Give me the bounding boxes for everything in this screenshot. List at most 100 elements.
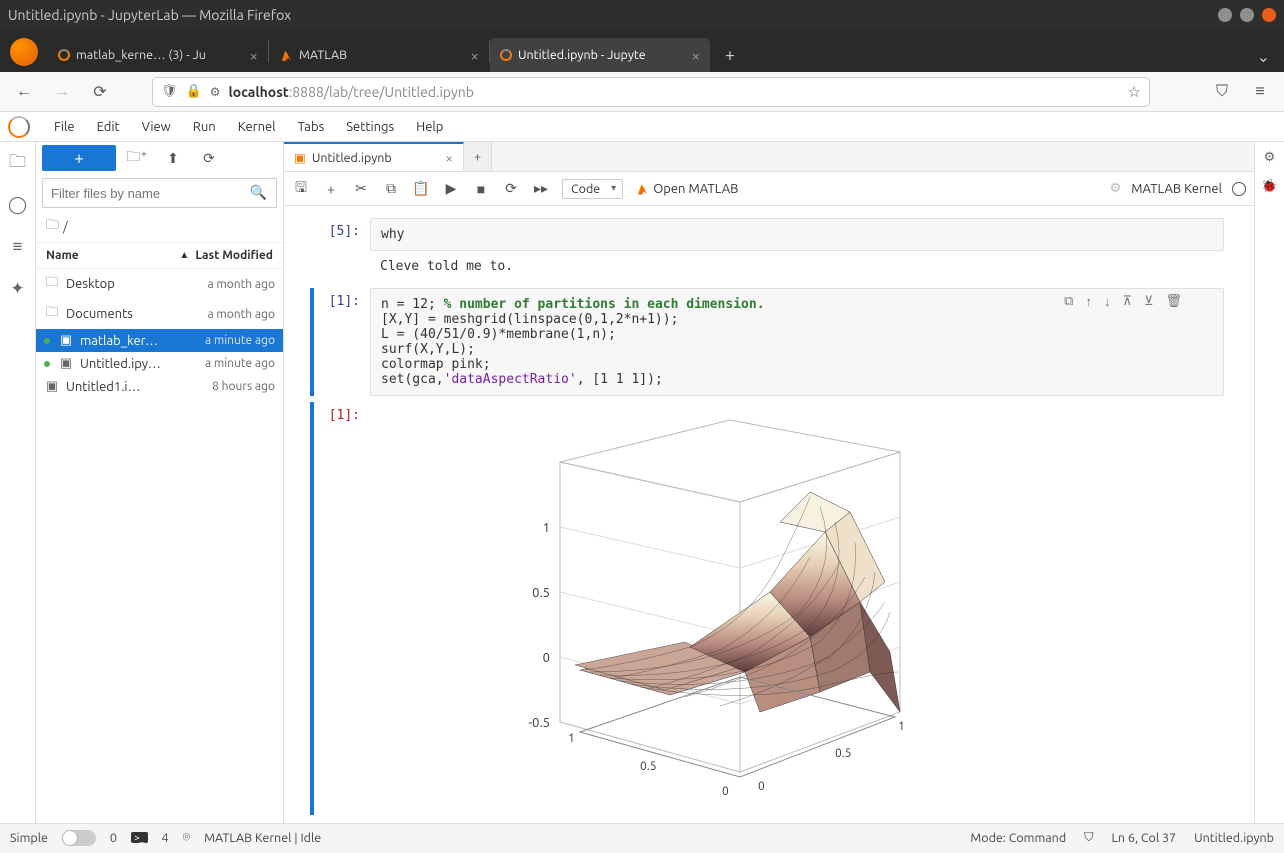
minimize-button[interactable]	[1218, 8, 1232, 22]
menu-tabs[interactable]: Tabs	[288, 116, 335, 138]
bookmark-star-icon[interactable]: ☆	[1128, 83, 1141, 101]
pocket-icon[interactable]: ⛉	[1206, 76, 1238, 108]
running-dot-icon	[44, 361, 50, 367]
kernel-name[interactable]: MATLAB Kernel	[1131, 182, 1222, 196]
toc-icon[interactable]: ≡	[7, 236, 29, 258]
reload-button[interactable]: ⟳	[84, 76, 116, 108]
menu-view[interactable]: View	[132, 116, 181, 138]
restart-icon[interactable]: ⟳	[502, 180, 520, 197]
file-modified: a month ago	[207, 278, 275, 291]
svg-text:0: 0	[543, 651, 550, 665]
code-input[interactable]: why	[370, 218, 1224, 251]
notebook-area[interactable]: [5]: why Cleve told me to. ⧉ ↑ ↓ ⊼ ⊻ 🗑 […	[284, 206, 1254, 823]
back-button[interactable]: ←	[8, 76, 40, 108]
insert-above-icon[interactable]: ⊼	[1122, 294, 1132, 309]
move-up-icon[interactable]: ↑	[1085, 294, 1092, 309]
col-modified[interactable]: Last Modified	[195, 249, 273, 262]
svg-text:0: 0	[722, 785, 729, 798]
lsp-icon[interactable]: ⌾	[183, 830, 191, 845]
delete-icon[interactable]: 🗑	[1165, 294, 1182, 309]
new-launcher-button[interactable]: +	[42, 145, 116, 171]
close-icon[interactable]: ×	[692, 47, 700, 64]
insert-cell-icon[interactable]: +	[322, 181, 340, 197]
plot-output: -0.5 0 0.5 1	[370, 402, 1224, 815]
input-prompt: [5]:	[314, 218, 370, 282]
list-item[interactable]: ▣ Untitled.ipy… a minute ago	[36, 352, 283, 375]
copy-icon[interactable]: ⧉	[382, 180, 400, 197]
menu-run[interactable]: Run	[183, 116, 226, 138]
menu-help[interactable]: Help	[406, 116, 453, 138]
list-item[interactable]: 🗀 Documents a month ago	[36, 299, 283, 329]
duplicate-icon[interactable]: ⧉	[1064, 294, 1073, 309]
list-item-selected[interactable]: ▣ matlab_ker… a minute ago	[36, 329, 283, 352]
permission-icon[interactable]: ⚙	[210, 85, 221, 99]
status-file: Untitled.ipynb	[1194, 831, 1274, 845]
breadcrumb[interactable]: 🗀 /	[36, 212, 283, 243]
browser-tab[interactable]: MATLAB ×	[269, 38, 489, 72]
menu-edit[interactable]: Edit	[87, 116, 130, 138]
doc-tab-active[interactable]: ▣ Untitled.ipynb ×	[284, 142, 464, 171]
close-icon[interactable]: ×	[471, 47, 479, 64]
extensions-icon[interactable]: ✦	[7, 278, 29, 300]
browser-tab-label: matlab_kerne… (3) - Ju	[76, 48, 206, 62]
terminal-icon[interactable]: >_	[131, 832, 148, 843]
browser-tab-strip: matlab_kerne… (3) - Ju × MATLAB × Untitl…	[0, 30, 1284, 72]
hamburger-menu-icon[interactable]: ≡	[1244, 76, 1276, 108]
jupyter-logo-icon	[8, 116, 30, 138]
cell[interactable]: [5]: why Cleve told me to.	[314, 218, 1224, 282]
menu-kernel[interactable]: Kernel	[228, 116, 286, 138]
stop-icon[interactable]: ■	[472, 181, 490, 197]
menu-settings[interactable]: Settings	[336, 116, 404, 138]
tabs-dropdown-icon[interactable]: ⌄	[1257, 47, 1280, 72]
jupyter-favicon	[58, 49, 70, 61]
status-kernel[interactable]: MATLAB Kernel | Idle	[204, 831, 321, 845]
debugger-icon[interactable]: 🐞	[1261, 179, 1277, 194]
open-matlab-button[interactable]: Open MATLAB	[635, 182, 738, 196]
running-icon[interactable]: ◯	[7, 194, 29, 216]
property-inspector-icon[interactable]: ⚙	[1264, 150, 1276, 165]
file-browser-icon[interactable]: 🗀	[7, 152, 29, 174]
save-icon[interactable]: 🖫	[292, 177, 310, 201]
browser-tab-active[interactable]: Untitled.ipynb - Jupyte ×	[490, 38, 710, 72]
menu-file[interactable]: File	[44, 116, 85, 138]
move-down-icon[interactable]: ↓	[1104, 294, 1111, 309]
notebook-icon: ▣	[44, 379, 60, 394]
simple-mode-toggle[interactable]	[62, 830, 96, 846]
refresh-button[interactable]: ⟳	[194, 145, 224, 171]
upload-button[interactable]: ⬆	[158, 145, 188, 171]
cell-output: [1]:	[310, 402, 1224, 815]
col-name[interactable]: Name	[46, 249, 173, 262]
run-icon[interactable]: ▶	[442, 180, 460, 197]
notebook-icon: ▣	[58, 333, 74, 348]
notebook-toolbar: 🖫 + ✂ ⧉ 📋 ▶ ■ ⟳ ▸▸ Code Open MATLAB ⚙ MA…	[284, 172, 1254, 206]
run-all-icon[interactable]: ▸▸	[532, 180, 550, 197]
open-matlab-label: Open MATLAB	[653, 182, 738, 196]
new-tab-button[interactable]: +	[716, 41, 744, 69]
search-icon: 🔍	[250, 184, 267, 201]
new-folder-button[interactable]: 🗀⁺	[122, 145, 152, 171]
forward-button: →	[46, 76, 78, 108]
browser-tab[interactable]: matlab_kerne… (3) - Ju ×	[48, 38, 268, 72]
surface-plot: -0.5 0 0.5 1	[440, 412, 960, 812]
close-window-button[interactable]	[1262, 8, 1276, 22]
trusted-icon[interactable]: ⛉	[1084, 830, 1093, 845]
close-icon[interactable]: ×	[445, 150, 453, 166]
file-browser-sidebar: + 🗀⁺ ⬆ ⟳ 🔍 🗀 / Name ▲ Last Modified 🗀 De…	[36, 142, 284, 823]
close-icon[interactable]: ×	[250, 47, 258, 64]
browser-toolbar: ← → ⟳ 🛡 🔒 ⚙ localhost:8888/lab/tree/Unti…	[0, 72, 1284, 112]
list-item[interactable]: 🗀 Desktop a month ago	[36, 269, 283, 299]
insert-below-icon[interactable]: ⊻	[1144, 294, 1154, 309]
filter-input[interactable]	[42, 178, 277, 208]
gear-icon[interactable]: ⚙	[1110, 181, 1122, 196]
lock-icon[interactable]: 🔒	[186, 84, 202, 99]
paste-icon[interactable]: 📋	[412, 180, 430, 197]
cut-icon[interactable]: ✂	[352, 180, 370, 197]
cell-type-select[interactable]: Code	[562, 179, 623, 199]
shield-icon[interactable]: 🛡	[161, 84, 178, 99]
add-tab-button[interactable]: +	[464, 142, 492, 171]
maximize-button[interactable]	[1240, 8, 1254, 22]
list-item[interactable]: ▣ Untitled1.i… 8 hours ago	[36, 375, 283, 398]
url-bar[interactable]: 🛡 🔒 ⚙ localhost:8888/lab/tree/Untitled.i…	[152, 77, 1150, 107]
status-count-zero: 0	[110, 831, 117, 845]
filter-field[interactable]: 🔍	[42, 178, 277, 208]
